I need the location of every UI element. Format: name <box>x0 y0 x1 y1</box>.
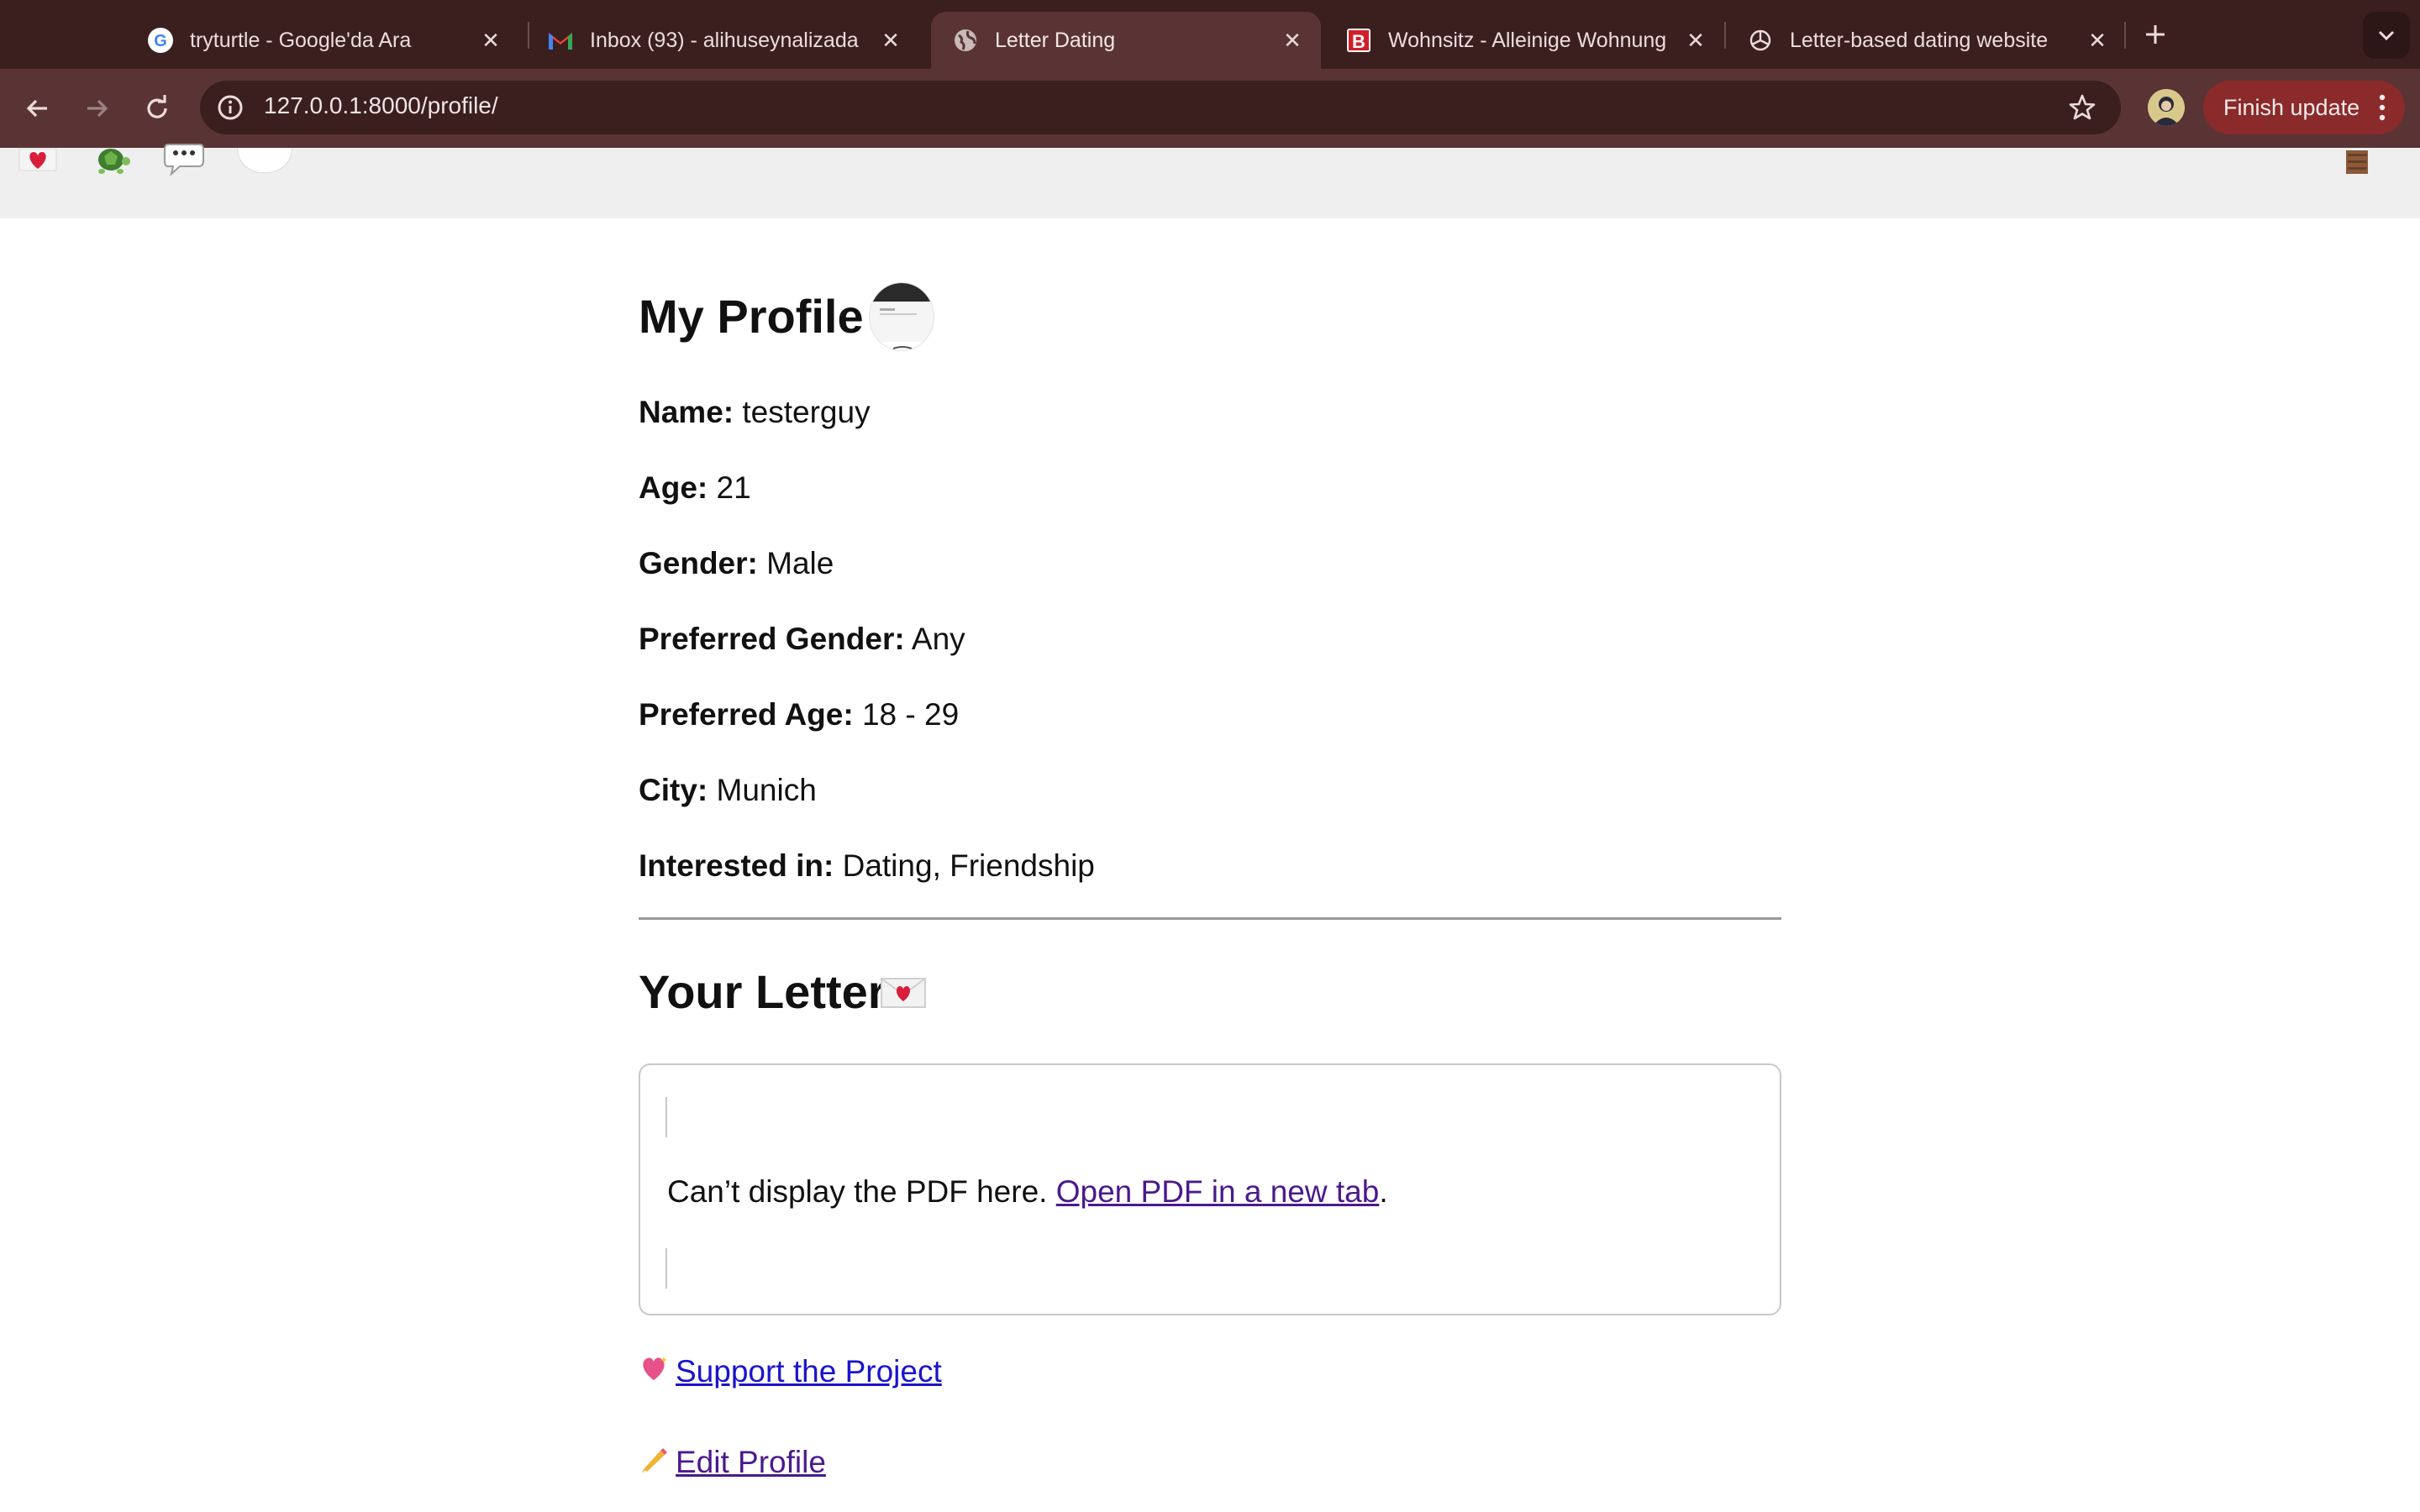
sparkling-heart-icon <box>639 1354 669 1389</box>
field-value: 21 <box>716 470 751 505</box>
door-icon[interactable] <box>2344 148 2370 181</box>
chat-bubble-icon[interactable] <box>163 143 205 182</box>
field-label: Interested in: <box>639 848 834 883</box>
profile-field-preferred-age: Preferred Age: 18 - 29 <box>639 697 959 732</box>
svg-text:G: G <box>154 32 167 50</box>
tab-chatgpt[interactable]: Letter-based dating website ✕ <box>1726 12 2126 69</box>
field-value: Any <box>911 622 965 656</box>
tab-wohnsitz[interactable]: B Wohnsitz - Alleinige Wohnung ✕ <box>1324 12 1724 69</box>
field-label: Preferred Age: <box>639 697 854 732</box>
letter-heading: Your Letter <box>639 965 886 1018</box>
globe-icon <box>951 26 980 55</box>
back-button[interactable] <box>17 87 59 129</box>
profile-field-city: City: Munich <box>639 773 817 808</box>
profile-photo <box>869 282 934 351</box>
edit-profile-link[interactable]: Edit Profile <box>639 1445 826 1480</box>
pdf-message-suffix: . <box>1379 1174 1388 1209</box>
field-label: City: <box>639 773 708 807</box>
close-icon[interactable]: ✕ <box>474 24 508 57</box>
site-info-icon[interactable] <box>213 91 247 124</box>
field-value: Male <box>766 546 834 580</box>
heart-envelope-icon[interactable] <box>18 144 57 178</box>
love-letter-icon <box>881 976 926 1010</box>
field-value: testerguy <box>742 395 871 429</box>
chevron-down-icon <box>2378 30 2395 41</box>
tab-gmail-inbox[interactable]: Inbox (93) - alihuseynalizada ✕ <box>526 12 919 69</box>
tab-title: Wohnsitz - Alleinige Wohnung <box>1388 28 1667 52</box>
profile-field-gender: Gender: Male <box>639 546 834 581</box>
forward-button[interactable] <box>76 87 118 129</box>
google-icon: G <box>146 26 175 55</box>
field-label: Age: <box>639 470 708 505</box>
reload-button[interactable] <box>136 87 178 129</box>
browser-profile-avatar[interactable] <box>2148 89 2185 126</box>
tab-google-search[interactable]: G tryturtle - Google'da Ara ✕ <box>126 12 519 69</box>
profile-field-age: Age: 21 <box>639 470 751 506</box>
site-nav-bar <box>0 144 2420 218</box>
profile-field-interested-in: Interested in: Dating, Friendship <box>639 848 1095 884</box>
close-icon[interactable]: ✕ <box>874 24 908 57</box>
field-value: 18 - 29 <box>861 697 960 732</box>
profile-field-name: Name: testerguy <box>639 395 871 430</box>
plus-icon <box>2146 25 2165 44</box>
gmail-icon <box>546 26 575 55</box>
edit-link-label: Edit Profile <box>676 1445 826 1479</box>
tab-separator <box>2124 22 2126 49</box>
b-icon: B <box>1344 26 1373 55</box>
close-icon[interactable]: ✕ <box>1679 24 1712 57</box>
field-value: Dating, Friendship <box>842 848 1095 883</box>
field-value: Munich <box>716 773 817 807</box>
turtle-icon[interactable] <box>92 141 131 184</box>
bookmark-star-icon[interactable] <box>2064 89 2101 126</box>
address-url[interactable]: 127.0.0.1:8000/profile/ <box>264 92 498 119</box>
pdf-fallback-message: Can’t display the PDF here. Open PDF in … <box>667 1174 1388 1210</box>
arrow-right-icon <box>87 99 108 118</box>
arrow-left-icon <box>26 99 47 118</box>
finish-update-label: Finish update <box>2223 94 2360 120</box>
profile-field-preferred-gender: Preferred Gender: Any <box>639 622 965 657</box>
field-label: Name: <box>639 395 734 429</box>
open-pdf-link[interactable]: Open PDF in a new tab <box>1056 1174 1380 1209</box>
section-divider <box>639 917 1781 920</box>
letter-pdf-viewer: Can’t display the PDF here. Open PDF in … <box>639 1063 1781 1315</box>
tab-search-button[interactable] <box>2363 12 2410 59</box>
more-vertical-icon[interactable] <box>2378 92 2386 123</box>
tab-letter-dating[interactable]: Letter Dating ✕ <box>931 12 1321 69</box>
close-icon[interactable]: ✕ <box>2081 24 2114 57</box>
field-label: Preferred Gender: <box>639 622 905 656</box>
tab-title: Inbox (93) - alihuseynalizada <box>590 28 859 52</box>
page-title: My Profile <box>639 290 864 343</box>
pdf-frame-edge <box>666 1248 667 1289</box>
close-icon[interactable]: ✕ <box>1276 24 1309 57</box>
new-tab-button[interactable] <box>2136 15 2175 54</box>
tab-title: tryturtle - Google'da Ara <box>190 28 412 52</box>
finish-update-button[interactable]: Finish update <box>2203 81 2405 134</box>
support-link-label: Support the Project <box>676 1354 942 1389</box>
svg-text:B: B <box>1352 31 1365 52</box>
tab-title: Letter-based dating website <box>1790 28 2049 52</box>
pdf-frame-edge <box>666 1097 667 1137</box>
chatgpt-icon <box>1746 26 1775 55</box>
pdf-message-text: Can’t display the PDF here. <box>667 1174 1048 1209</box>
support-project-link[interactable]: Support the Project <box>639 1354 942 1389</box>
pencil-icon <box>639 1445 669 1480</box>
tab-title: Letter Dating <box>995 28 1116 52</box>
field-label: Gender: <box>639 546 758 580</box>
reload-icon <box>147 95 167 118</box>
